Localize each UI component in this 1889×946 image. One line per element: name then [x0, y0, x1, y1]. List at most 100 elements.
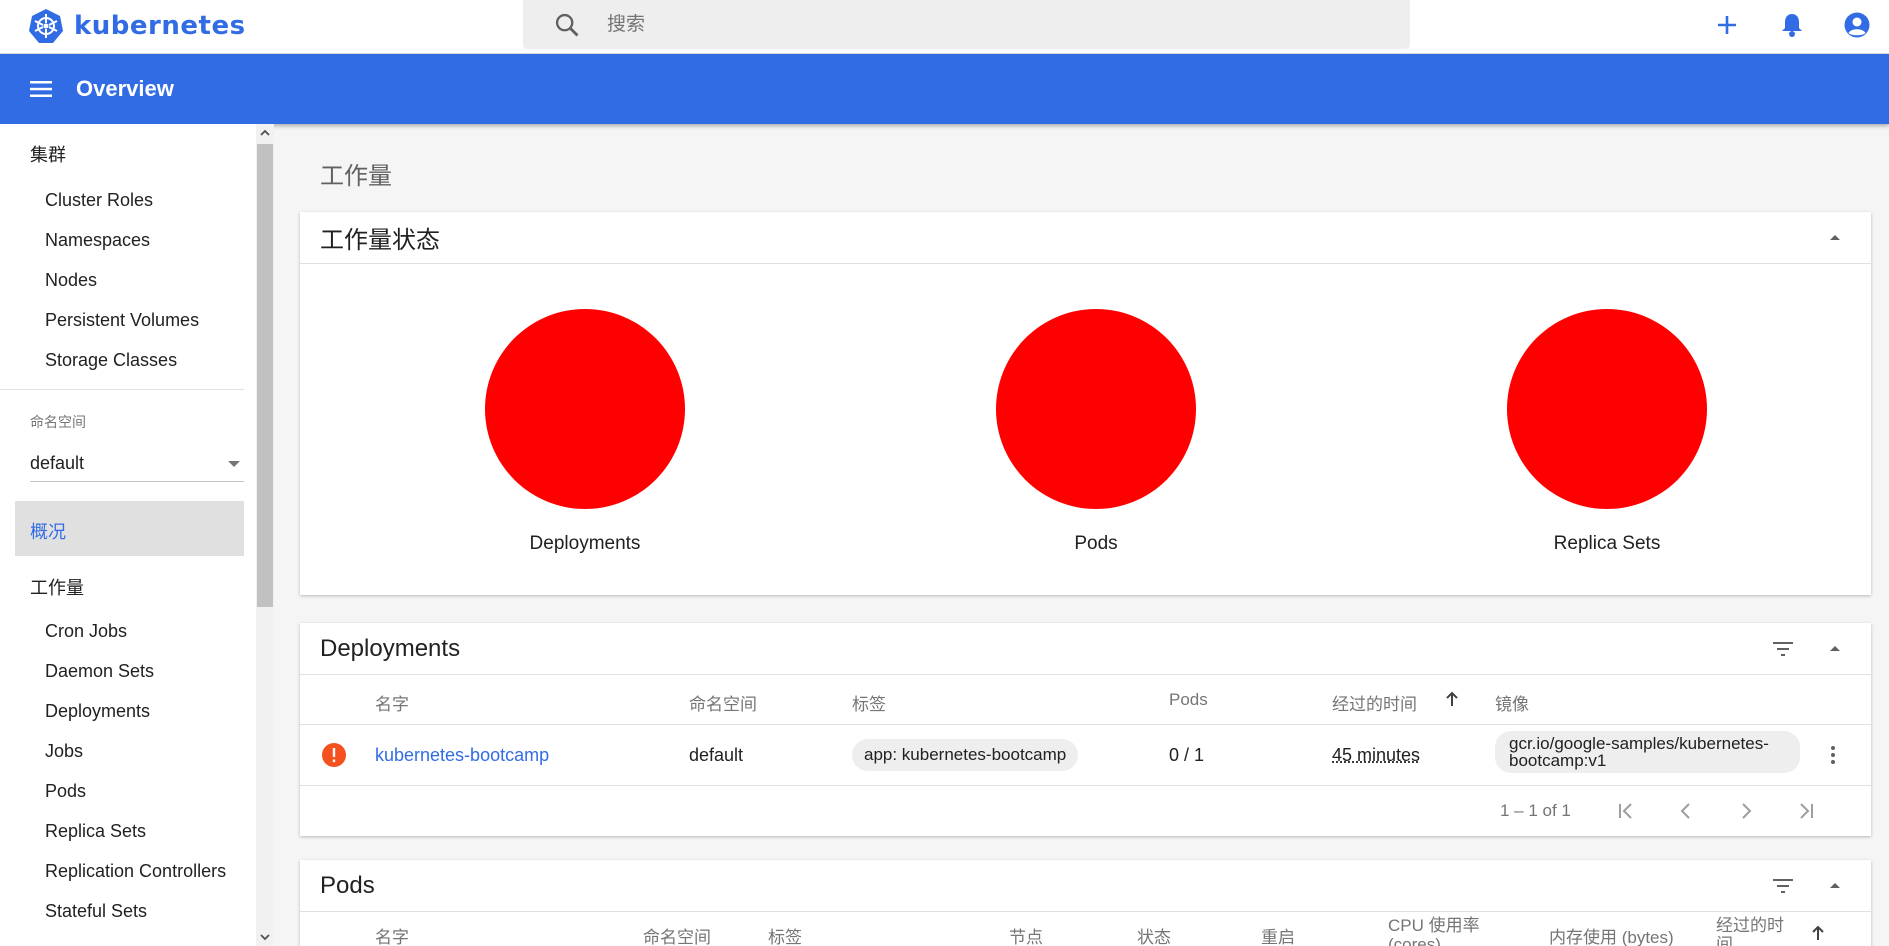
scroll-down-icon[interactable] [256, 928, 274, 946]
image-chip: gcr.io/google-samples/kubernetes- bootca… [1495, 731, 1800, 773]
sidebar-item-overview-label[interactable]: 概况 [30, 518, 66, 544]
image-line: bootcamp:v1 [1509, 751, 1607, 770]
status-label: Replica Sets [1553, 533, 1661, 554]
sidebar-item-deployments[interactable]: Deployments [45, 701, 150, 722]
kubernetes-logo-icon [29, 9, 63, 43]
page-heading: Overview [76, 76, 174, 101]
table-row[interactable]: kubernetes-bootcamp default app: kuberne… [300, 725, 1871, 786]
column-header-namespace[interactable]: 命名空间 [689, 690, 757, 715]
status-label: Pods [1074, 533, 1118, 554]
deployment-pods: 0 / 1 [1169, 745, 1205, 765]
sidebar-item-storage-classes[interactable]: Storage Classes [45, 350, 177, 371]
card-title: Pods [320, 871, 375, 899]
sidebar-heading-workloads[interactable]: 工作量 [30, 574, 84, 600]
page-toolbar: Overview [0, 54, 1889, 124]
brand-logo[interactable]: kubernetes [28, 4, 246, 48]
table-header: 名字 命名空间 标签 节点 状态 重启 CPU 使用率 (cores) 内存使用… [300, 912, 1871, 946]
paginator: 1 – 1 of 1 [300, 786, 1871, 836]
sidebar-scrollbar[interactable] [256, 124, 274, 946]
more-vert-icon[interactable] [1821, 743, 1845, 767]
column-header-name[interactable]: 名字 [375, 923, 409, 946]
dropdown-arrow-icon [228, 460, 240, 467]
sidebar-item-daemon-sets[interactable]: Daemon Sets [45, 661, 154, 682]
column-header-name[interactable]: 名字 [375, 690, 409, 715]
account-button[interactable] [1824, 0, 1889, 49]
sidebar-item-replication-controllers[interactable]: Replication Controllers [45, 861, 226, 882]
column-header-cpu-line: CPU 使用率 [1388, 916, 1480, 935]
bell-icon [1781, 13, 1802, 37]
column-header-namespace[interactable]: 命名空间 [643, 923, 711, 946]
status-pie-chart [1507, 309, 1707, 509]
sidebar-item-persistent-volumes[interactable]: Persistent Volumes [45, 310, 199, 331]
table-header: 名字 命名空间 标签 Pods 经过的时间 镜像 [300, 675, 1871, 725]
search-icon [555, 13, 579, 37]
top-bar: kubernetes [0, 0, 1889, 54]
column-header-cpu[interactable]: CPU 使用率 (cores) [1388, 916, 1480, 946]
column-header-cpu-unit: (cores) [1388, 935, 1441, 946]
main-content: 工作量 工作量状态 Deployments Pods Replica Sets [274, 124, 1889, 946]
sort-arrow-up-icon[interactable] [1442, 689, 1462, 709]
sidebar-item-stateful-sets[interactable]: Stateful Sets [45, 901, 147, 922]
deployment-age[interactable]: 45 minutes [1332, 745, 1420, 766]
error-status-icon [322, 743, 346, 767]
status-replica-sets[interactable]: Replica Sets [1477, 264, 1737, 555]
deployments-card: Deployments 名字 命名空间 标签 Pods 经过的时间 镜像 kub… [300, 623, 1871, 836]
column-header-memory[interactable]: 内存使用 (bytes) [1549, 923, 1674, 946]
next-page-icon[interactable] [1734, 799, 1758, 823]
column-header-labels[interactable]: 标签 [852, 690, 886, 715]
image-line: gcr.io/google-samples/kubernetes- [1509, 734, 1769, 753]
sidebar-item-jobs[interactable]: Jobs [45, 741, 83, 762]
sidebar-item-namespaces[interactable]: Namespaces [45, 230, 150, 251]
status-charts: Deployments Pods Replica Sets [300, 264, 1871, 595]
sidebar-item-cron-jobs[interactable]: Cron Jobs [45, 621, 127, 642]
plus-icon [1717, 15, 1736, 34]
sort-arrow-up-icon[interactable] [1808, 923, 1828, 943]
deployment-name-link[interactable]: kubernetes-bootcamp [375, 745, 549, 766]
last-page-icon[interactable] [1794, 799, 1818, 823]
column-header-pods[interactable]: Pods [1169, 690, 1208, 710]
scroll-up-icon[interactable] [256, 124, 274, 142]
card-header: Deployments [300, 623, 1871, 675]
column-header-labels[interactable]: 标签 [768, 923, 802, 946]
column-header-status[interactable]: 状态 [1137, 923, 1171, 946]
deployment-namespace: default [689, 745, 744, 765]
range-label: 1 – 1 of 1 [1500, 801, 1571, 820]
collapse-icon[interactable] [1823, 226, 1847, 250]
card-header: 工作量状态 [300, 212, 1871, 264]
sidebar-divider [0, 389, 244, 390]
status-pods[interactable]: Pods [966, 264, 1226, 555]
pods-card: Pods 名字 命名空间 标签 节点 状态 重启 CPU 使用率 (cores)… [300, 860, 1871, 946]
sidebar-heading-cluster[interactable]: 集群 [30, 141, 66, 167]
sidebar-item-replica-sets[interactable]: Replica Sets [45, 821, 146, 842]
label-chip: app: kubernetes-bootcamp [852, 739, 1079, 771]
sidebar-item-cluster-roles[interactable]: Cluster Roles [45, 190, 153, 211]
column-header-age[interactable]: 经过的时 间 [1716, 916, 1784, 946]
page-title: 工作量 [320, 163, 392, 190]
scrollbar-thumb[interactable] [257, 144, 273, 607]
filter-icon[interactable] [1771, 874, 1795, 898]
namespace-select[interactable]: default [30, 446, 244, 482]
first-page-icon[interactable] [1614, 799, 1638, 823]
sidebar-item-nodes[interactable]: Nodes [45, 270, 97, 291]
sidebar-item-pods[interactable]: Pods [45, 781, 86, 802]
workload-status-card: 工作量状态 Deployments Pods Replica Sets [300, 212, 1871, 595]
collapse-icon[interactable] [1823, 874, 1847, 898]
namespace-label: 命名空间 [30, 414, 86, 430]
top-actions [1694, 0, 1889, 49]
column-header-age[interactable]: 经过的时间 [1332, 690, 1417, 715]
account-circle-icon [1844, 12, 1869, 37]
create-button[interactable] [1694, 0, 1759, 49]
menu-icon[interactable] [28, 76, 54, 102]
status-deployments[interactable]: Deployments [455, 264, 715, 555]
card-title: Deployments [320, 634, 461, 662]
column-header-images[interactable]: 镜像 [1495, 690, 1529, 715]
column-header-restarts[interactable]: 重启 [1261, 923, 1295, 946]
previous-page-icon[interactable] [1674, 799, 1698, 823]
notifications-button[interactable] [1759, 0, 1824, 49]
search-input[interactable] [607, 13, 1367, 36]
filter-icon[interactable] [1771, 637, 1795, 661]
card-header: Pods [300, 860, 1871, 912]
card-title: 工作量状态 [320, 227, 440, 254]
column-header-node[interactable]: 节点 [1009, 923, 1043, 946]
collapse-icon[interactable] [1823, 637, 1847, 661]
